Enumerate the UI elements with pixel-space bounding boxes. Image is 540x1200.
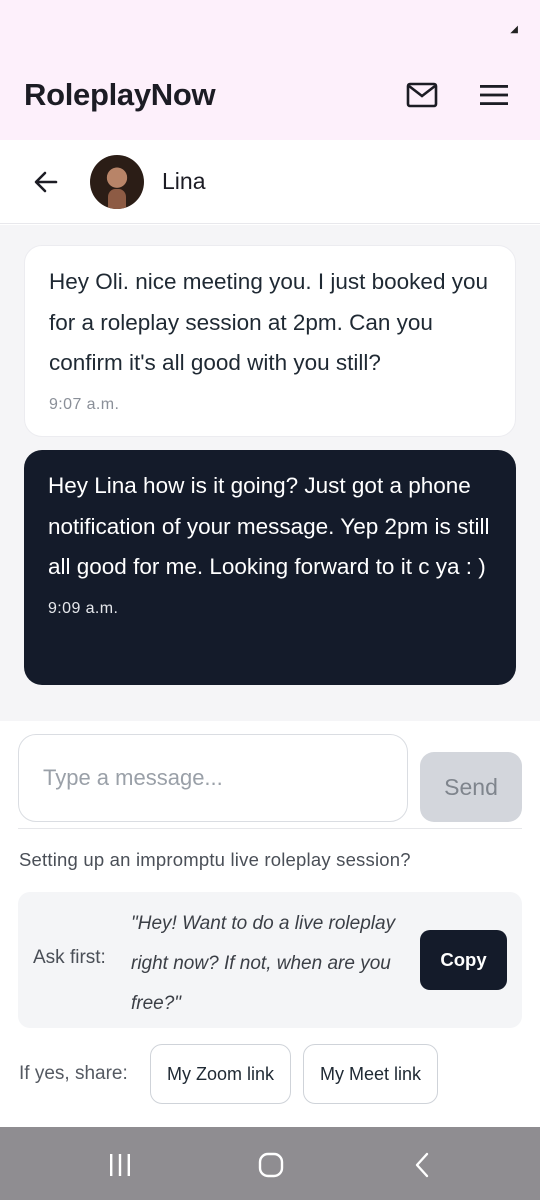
message-text: Hey Oli. nice meeting you. I just booked…	[49, 269, 488, 375]
compose-area: Send Setting up an impromptu live rolepl…	[0, 721, 540, 1127]
app-title: RoleplayNow	[24, 77, 216, 112]
message-input[interactable]	[18, 734, 408, 822]
chat-header: Lina	[0, 140, 540, 224]
message-bubble-outgoing: Hey Lina how is it going? Just got a pho…	[24, 450, 516, 685]
system-nav-bar	[0, 1127, 540, 1200]
tip-heading: Setting up an impromptu live roleplay se…	[19, 849, 411, 870]
ask-first-label: Ask first:	[33, 947, 106, 968]
message-timestamp: 9:09 a.m.	[48, 599, 119, 617]
zoom-link-button[interactable]: My Zoom link	[150, 1044, 291, 1104]
avatar[interactable]	[90, 154, 144, 209]
tip-card: Ask first: "Hey! Want to do a live rolep…	[18, 892, 522, 1028]
mail-icon[interactable]	[402, 75, 442, 115]
recent-apps-icon[interactable]	[102, 1147, 138, 1183]
send-button[interactable]: Send	[420, 752, 522, 822]
suggested-message-quote: "Hey! Want to do a live roleplay right n…	[131, 913, 396, 1014]
signal-icon: ◢	[510, 24, 518, 35]
message-timestamp: 9:07 a.m.	[49, 395, 120, 413]
copy-button[interactable]: Copy	[420, 930, 507, 990]
share-label: If yes, share:	[19, 1063, 128, 1084]
hamburger-menu-icon[interactable]	[474, 75, 514, 115]
contact-name: Lina	[162, 168, 206, 194]
home-icon[interactable]	[253, 1147, 289, 1183]
back-nav-icon[interactable]	[405, 1147, 441, 1183]
meet-link-button[interactable]: My Meet link	[303, 1044, 438, 1104]
message-text: Hey Lina how is it going? Just got a pho…	[48, 473, 490, 579]
app-header: RoleplayNow	[0, 50, 540, 140]
divider	[18, 828, 522, 829]
message-list[interactable]: Hey Oli. nice meeting you. I just booked…	[0, 225, 540, 721]
status-bar: ◢	[0, 0, 540, 50]
message-bubble-incoming: Hey Oli. nice meeting you. I just booked…	[24, 245, 516, 437]
arrow-left-icon[interactable]	[30, 166, 62, 198]
